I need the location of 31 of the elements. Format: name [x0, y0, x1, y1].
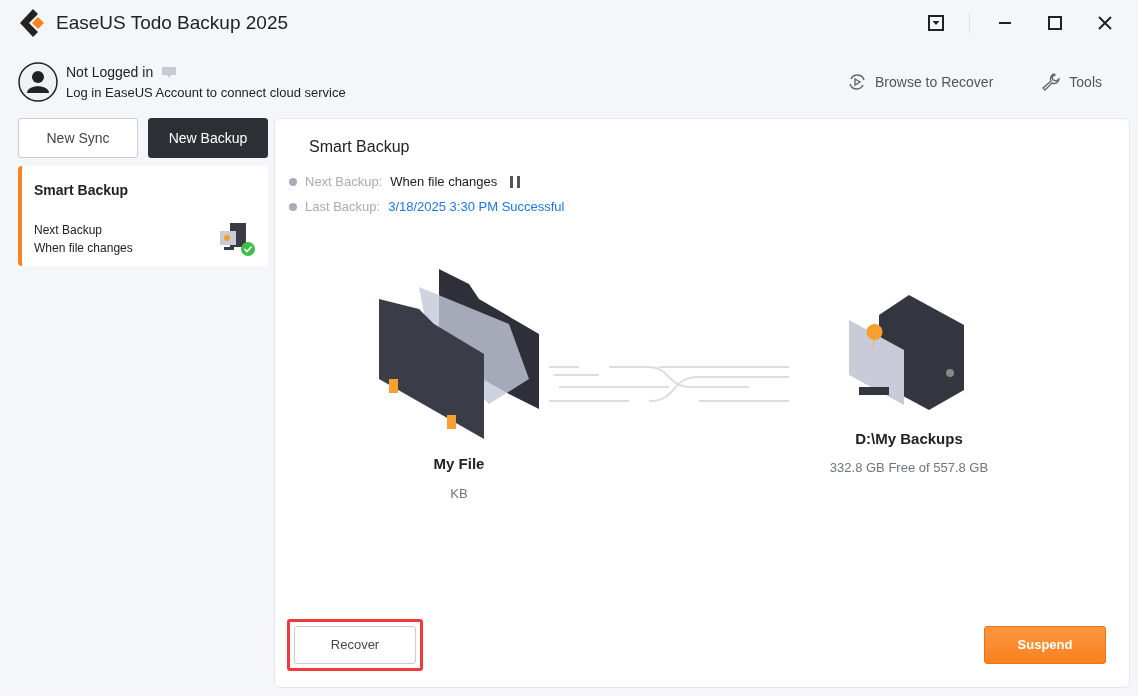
source-name: My File — [433, 454, 485, 474]
source-size: KB — [450, 484, 468, 503]
pause-icon[interactable] — [509, 175, 522, 188]
account-hint: Log in EaseUS Account to connect cloud service — [66, 83, 347, 102]
task-card[interactable]: Smart Backup Next Backup When file changes — [18, 166, 268, 266]
info-label: Next Backup: — [305, 172, 383, 191]
close-icon[interactable] — [1098, 16, 1112, 30]
panel-title: Smart Backup — [309, 137, 411, 157]
backup-status: 3/18/2025 3:30 PM Successful — [388, 197, 565, 216]
browse-to-recover-button[interactable]: Browse to Recover — [847, 71, 994, 93]
dropdown-menu-icon[interactable] — [928, 15, 944, 31]
maximize-icon[interactable] — [1048, 16, 1062, 30]
target-name: D:\My Backups — [855, 428, 963, 449]
schedule-value: When file changes — [390, 172, 498, 191]
schedule-label: Next Backup — [34, 222, 104, 239]
window-title: EaseUS Todo Backup 2025 — [56, 10, 290, 35]
account-status: Not Logged in — [66, 62, 154, 82]
avatar-icon — [18, 62, 58, 102]
recover-button[interactable]: Recover — [294, 626, 416, 664]
info-label: Last Backup: — [305, 197, 381, 216]
wrench-icon — [1041, 72, 1062, 92]
bullet-icon — [289, 177, 297, 186]
tools-button[interactable]: Tools — [1041, 71, 1102, 93]
bullet-icon — [289, 202, 297, 211]
replay-icon — [847, 72, 868, 92]
new-sync-button[interactable]: New Sync — [18, 118, 138, 158]
task-title: Smart Backup — [34, 181, 130, 200]
schedule-value: When file changes — [34, 240, 133, 257]
message-icon — [161, 66, 178, 79]
target-space: 332.8 GB Free of 557.8 GB — [829, 459, 989, 477]
new-backup-button[interactable]: New Backup — [148, 118, 268, 158]
